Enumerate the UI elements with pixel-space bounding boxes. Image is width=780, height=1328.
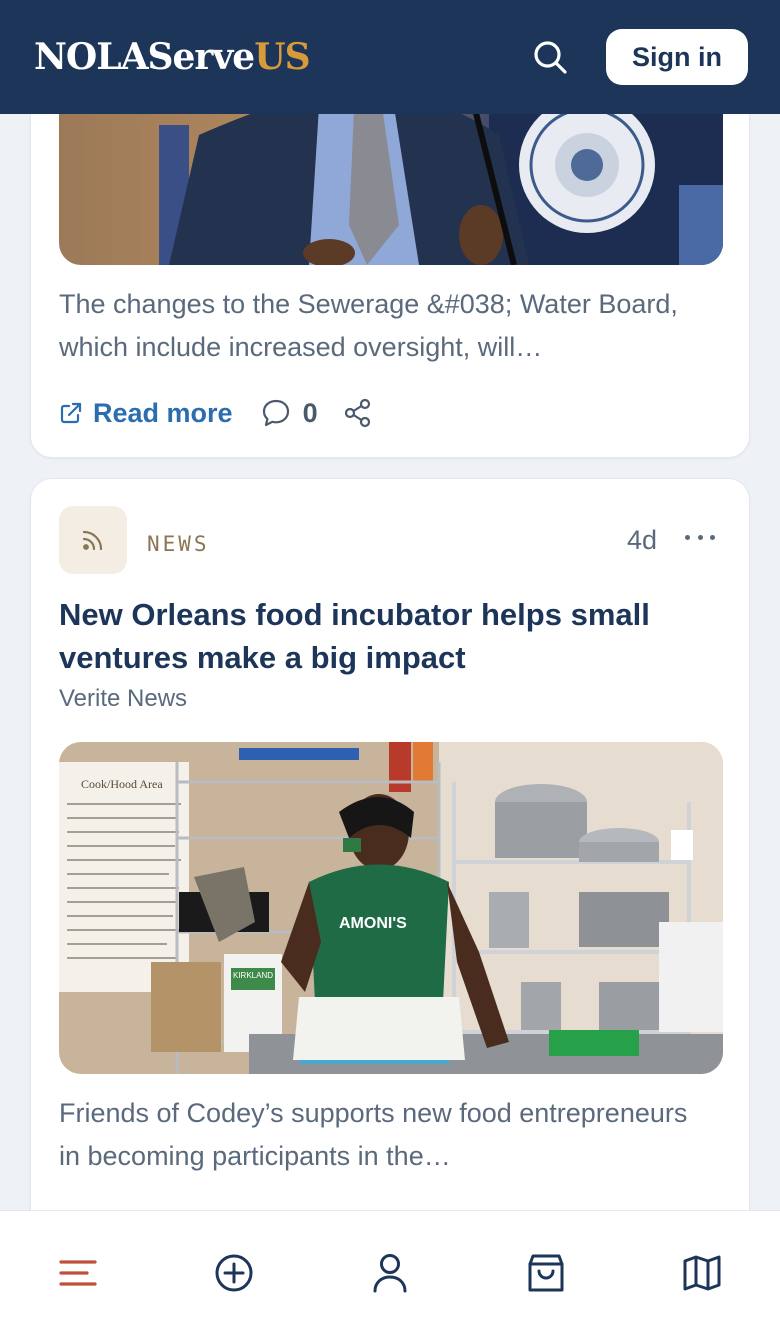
sign-text: Cook/Hood Area: [81, 777, 163, 791]
profile-icon[interactable]: [350, 1251, 430, 1295]
article-image[interactable]: [59, 114, 723, 265]
logo-accent: US: [254, 36, 310, 78]
comment-icon: [262, 399, 289, 427]
article-actions: Read more 0: [59, 391, 372, 435]
article-headline[interactable]: New Orleans food incubator helps small v…: [59, 593, 709, 679]
add-icon[interactable]: [194, 1251, 274, 1295]
logo-main: NOLAServe: [34, 36, 255, 78]
post-age: 4d: [626, 524, 657, 555]
article-excerpt: Friends of Codey’s supports new food ent…: [59, 1098, 688, 1171]
more-options-icon[interactable]: [685, 527, 715, 547]
article-image[interactable]: Cook/Hood Area KIRKLAND AMONI'S: [59, 742, 723, 1074]
app-header: NOLAServeUS Sign in: [0, 0, 780, 114]
share-icon[interactable]: [344, 398, 372, 428]
bottom-navigation: [0, 1210, 780, 1328]
search-icon[interactable]: [528, 35, 572, 79]
rss-icon: [59, 506, 127, 574]
source-type-label: NEWS: [147, 532, 210, 556]
article-excerpt: The changes to the Sewerage &#038; Water…: [59, 289, 678, 362]
site-logo[interactable]: NOLAServeUS: [34, 36, 311, 78]
card-meta: NEWS 4d: [59, 506, 723, 574]
news-feed: The changes to the Sewerage &#038; Water…: [0, 114, 780, 1210]
sign-in-button[interactable]: Sign in: [606, 29, 748, 85]
box-label: KIRKLAND: [233, 971, 273, 980]
menu-icon[interactable]: [38, 1251, 118, 1295]
shopping-bag-icon[interactable]: [506, 1251, 586, 1295]
external-link-icon: [60, 402, 82, 424]
shirt-text: AMONI'S: [339, 915, 407, 932]
map-icon[interactable]: [662, 1251, 742, 1295]
feed-card: NEWS 4d New Orleans food incubator helps…: [30, 478, 750, 1210]
read-more-link[interactable]: Read more: [59, 398, 233, 429]
comment-count: 0: [302, 397, 318, 428]
comments-button[interactable]: 0: [261, 398, 318, 429]
article-publisher: Verite News: [59, 685, 188, 712]
feed-card: The changes to the Sewerage &#038; Water…: [30, 114, 750, 458]
read-more-label: Read more: [93, 397, 233, 428]
